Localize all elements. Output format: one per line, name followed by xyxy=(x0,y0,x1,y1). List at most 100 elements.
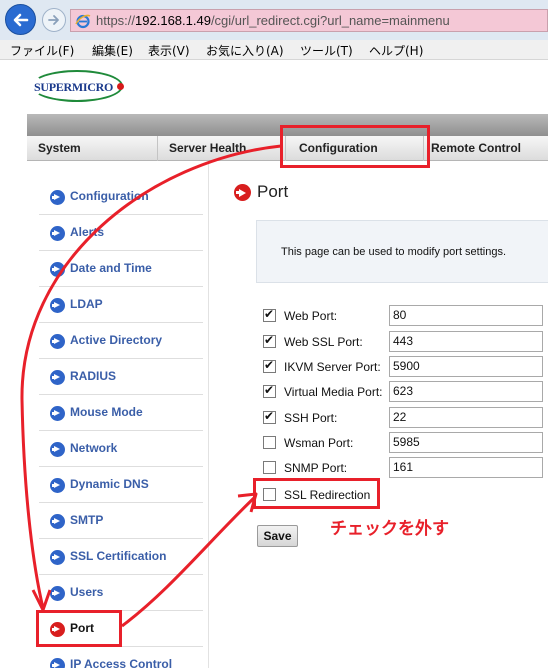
ikvm-port-input[interactable]: 5900 xyxy=(389,356,543,377)
save-button[interactable]: Save xyxy=(257,525,298,547)
menu-tools[interactable]: ツール(T) xyxy=(300,42,353,59)
ssh-port-input[interactable]: 22 xyxy=(389,407,543,428)
ikvm-port-label: IKVM Server Port: xyxy=(284,360,381,374)
sidebar-item-label: Users xyxy=(70,585,104,599)
menu-view[interactable]: 表示(V) xyxy=(148,42,190,59)
arrow-circle-icon xyxy=(50,298,65,313)
tab-divider xyxy=(157,136,158,161)
port-row-virtual-media: Virtual Media Port: 623 xyxy=(263,381,548,403)
sidebar-item-radius[interactable]: RADIUS xyxy=(39,359,203,395)
address-bar[interactable]: https://192.168.1.49/cgi/url_redirect.cg… xyxy=(70,9,548,32)
ssh-port-label: SSH Port: xyxy=(284,411,338,425)
menu-bar: ファイル(F) 編集(E) 表示(V) お気に入り(A) ツール(T) ヘルプ(… xyxy=(0,40,548,60)
browser-toolbar: https://192.168.1.49/cgi/url_redirect.cg… xyxy=(0,0,548,40)
sidebar-item-mouse-mode[interactable]: Mouse Mode xyxy=(39,395,203,431)
sidebar-item-label: SMTP xyxy=(70,513,104,527)
back-button[interactable] xyxy=(5,4,36,35)
logo-dot xyxy=(117,83,124,90)
web-ssl-port-checkbox[interactable] xyxy=(263,333,276,348)
sidebar-item-network[interactable]: Network xyxy=(39,431,203,467)
snmp-port-label: SNMP Port: xyxy=(284,461,348,475)
web-ssl-port-label: Web SSL Port: xyxy=(284,335,363,349)
port-row-ssh: SSH Port: 22 xyxy=(263,407,548,429)
ikvm-port-checkbox[interactable] xyxy=(263,358,276,373)
sidebar-item-active-directory[interactable]: Active Directory xyxy=(39,323,203,359)
sidebar-item-label: Alerts xyxy=(70,225,105,239)
back-arrow-icon xyxy=(13,13,28,26)
virtual-media-port-label: Virtual Media Port: xyxy=(284,385,383,399)
tab-system[interactable]: System xyxy=(38,141,81,155)
sidebar-item-configuration[interactable]: Configuration xyxy=(39,179,203,215)
page-title: Port xyxy=(257,182,289,201)
web-ssl-port-input[interactable]: 443 xyxy=(389,331,543,352)
arrow-circle-icon xyxy=(50,658,65,668)
annotation-box-configuration xyxy=(280,125,430,168)
ie-logo-icon xyxy=(75,14,91,29)
arrow-circle-icon xyxy=(50,226,65,241)
sidebar: Configuration Alerts Date and Time LDAP … xyxy=(27,162,209,668)
sidebar-item-date-and-time[interactable]: Date and Time xyxy=(39,251,203,287)
arrow-circle-icon xyxy=(50,262,65,277)
port-row-web: Web Port: 80 xyxy=(263,305,548,327)
supermicro-logo: SUPERMICRO xyxy=(31,70,124,102)
menu-edit[interactable]: 編集(E) xyxy=(92,42,133,59)
sidebar-item-label: SSL Certification xyxy=(70,549,167,563)
arrow-circle-icon xyxy=(50,514,65,529)
port-row-snmp: SNMP Port: 161 xyxy=(263,457,548,479)
menu-favorites[interactable]: お気に入り(A) xyxy=(206,42,284,59)
info-text: This page can be used to modify port set… xyxy=(281,246,507,258)
sidebar-item-label: Configuration xyxy=(70,189,149,203)
wsman-port-label: Wsman Port: xyxy=(284,436,354,450)
tab-remote-control[interactable]: Remote Control xyxy=(431,141,521,155)
sidebar-item-label: IP Access Control xyxy=(70,657,173,668)
page-title-arrow-icon xyxy=(234,184,251,201)
port-row-wsman: Wsman Port: 5985 xyxy=(263,432,548,454)
wsman-port-input[interactable]: 5985 xyxy=(389,432,543,453)
sidebar-item-label: Dynamic DNS xyxy=(70,477,149,491)
tab-server-health[interactable]: Server Health xyxy=(169,141,246,155)
sidebar-item-ip-access-control[interactable]: IP Access Control xyxy=(39,647,203,668)
sidebar-item-dynamic-dns[interactable]: Dynamic DNS xyxy=(39,467,203,503)
arrow-circle-icon xyxy=(50,478,65,493)
sidebar-item-label: Date and Time xyxy=(70,261,152,275)
wsman-port-checkbox[interactable] xyxy=(263,436,276,449)
arrow-circle-icon xyxy=(50,334,65,349)
sidebar-item-label: LDAP xyxy=(70,297,103,311)
screenshot-root: https://192.168.1.49/cgi/url_redirect.cg… xyxy=(0,0,548,668)
port-row-web-ssl: Web SSL Port: 443 xyxy=(263,331,548,353)
web-port-input[interactable]: 80 xyxy=(389,305,543,326)
arrow-circle-icon xyxy=(50,442,65,457)
sidebar-item-label: Network xyxy=(70,441,118,455)
annotation-box-port xyxy=(36,610,122,647)
arrow-circle-icon xyxy=(50,406,65,421)
sidebar-item-ssl-certification[interactable]: SSL Certification xyxy=(39,539,203,575)
virtual-media-port-checkbox[interactable] xyxy=(263,383,276,398)
snmp-port-checkbox[interactable] xyxy=(263,461,276,474)
forward-button[interactable] xyxy=(42,8,66,32)
info-panel: This page can be used to modify port set… xyxy=(256,220,548,283)
sidebar-item-alerts[interactable]: Alerts xyxy=(39,215,203,251)
address-url: https://192.168.1.49/cgi/url_redirect.cg… xyxy=(96,13,450,28)
sidebar-item-users[interactable]: Users xyxy=(39,575,203,611)
forward-arrow-icon xyxy=(48,15,59,25)
arrow-circle-icon xyxy=(50,586,65,601)
snmp-port-input[interactable]: 161 xyxy=(389,457,543,478)
menu-help[interactable]: ヘルプ(H) xyxy=(369,42,423,59)
arrow-circle-icon xyxy=(50,370,65,385)
arrow-circle-icon xyxy=(50,190,65,205)
sidebar-item-label: Active Directory xyxy=(70,333,163,347)
sidebar-item-ldap[interactable]: LDAP xyxy=(39,287,203,323)
logo-text: SUPERMICRO xyxy=(34,80,114,94)
sidebar-item-smtp[interactable]: SMTP xyxy=(39,503,203,539)
web-port-label: Web Port: xyxy=(284,309,338,323)
port-row-ikvm: IKVM Server Port: 5900 xyxy=(263,356,548,378)
web-port-checkbox[interactable] xyxy=(263,307,276,322)
ssh-port-checkbox[interactable] xyxy=(263,409,276,424)
menu-file[interactable]: ファイル(F) xyxy=(10,42,74,59)
virtual-media-port-input[interactable]: 623 xyxy=(389,381,543,402)
annotation-box-ssl-redirection xyxy=(253,478,380,509)
annotation-note: チェックを外す xyxy=(330,519,449,539)
arrow-circle-icon xyxy=(50,550,65,565)
sidebar-item-label: RADIUS xyxy=(70,369,117,383)
sidebar-item-label: Mouse Mode xyxy=(70,405,143,419)
